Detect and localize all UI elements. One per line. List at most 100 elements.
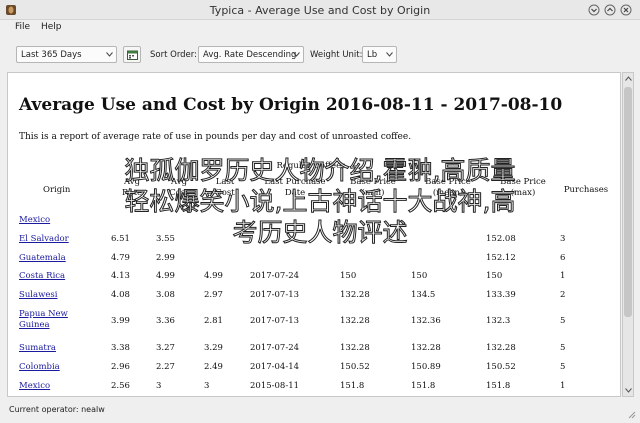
base-price-max-cell: 133.39 (486, 290, 516, 300)
avg-cost-cell: 2.99 (156, 253, 175, 263)
avg-rate-cell: 3.38 (111, 343, 130, 353)
col-header-purchases: Purchases (563, 185, 609, 195)
report-toolbar: Last 365 Days Sort Order: Avg. Rate Desc… (0, 38, 640, 70)
menu-file[interactable]: File (15, 22, 30, 32)
purchases-cell: 5 (560, 362, 566, 372)
scrollbar-thumb[interactable] (624, 87, 632, 317)
date-range-value: Last 365 Days (21, 50, 82, 60)
avg-cost-cell: 3.55 (156, 234, 175, 244)
base-price-mean-cell: 132.36 (411, 316, 441, 326)
report-view[interactable]: Average Use and Cost by Origin 2016-08-1… (7, 72, 621, 397)
purchases-cell: 2 (560, 290, 566, 300)
maximize-icon[interactable] (604, 4, 616, 16)
scroll-up-icon[interactable] (625, 76, 632, 81)
base-price-min-cell: 150.52 (340, 362, 370, 372)
avg-cost-cell: 2.27 (156, 362, 175, 372)
avg-rate-cell: 2.96 (111, 362, 130, 372)
purchases-cell: 5 (560, 343, 566, 353)
avg-cost-cell: 4.99 (156, 271, 175, 281)
calendar-icon (127, 50, 138, 60)
group-header: Regular Coffees (276, 161, 346, 171)
col-header-avg-rate: Avg Rate (121, 177, 143, 198)
last-date-cell: 2017-04-14 (250, 362, 300, 372)
base-price-mean-cell: 150 (411, 271, 428, 281)
col-header-base-price-mean: Base Price (mean) (425, 177, 471, 198)
base-price-max-cell: 132.28 (486, 343, 516, 353)
avg-cost-cell: 3 (156, 381, 162, 391)
purchases-cell: 5 (560, 316, 566, 326)
resize-grip-icon[interactable] (627, 410, 636, 419)
origin-link[interactable]: Colombia (19, 362, 60, 373)
base-price-max-cell: 151.8 (486, 381, 511, 391)
base-price-min-cell: 132.28 (340, 343, 370, 353)
menu-help[interactable]: Help (41, 22, 62, 32)
col-header-avg-cost: Avg Cost (169, 177, 189, 198)
col-header-base-price-min: Base Price (min) (350, 177, 396, 198)
sort-order-label: Sort Order: (150, 50, 197, 60)
base-price-min-cell: 132.28 (340, 316, 370, 326)
origin-link[interactable]: Sulawesi (19, 290, 57, 301)
report-description: This is a report of average rate of use … (19, 132, 412, 142)
base-price-max-cell: 150 (486, 271, 503, 281)
last-date-cell: 2015-08-11 (250, 381, 300, 391)
avg-rate-cell: 6.51 (111, 234, 130, 244)
origin-link[interactable]: Mexico (19, 381, 50, 392)
col-header-last-cost: Last Cost (215, 177, 235, 198)
chevron-down-icon (386, 52, 393, 57)
calendar-button[interactable] (123, 46, 141, 63)
base-price-mean-cell: 150.89 (411, 362, 441, 372)
avg-rate-cell: 4.13 (111, 271, 130, 281)
origin-link[interactable]: Guatemala (19, 253, 66, 264)
avg-rate-cell: 4.79 (111, 253, 130, 263)
last-date-cell: 2017-07-24 (250, 271, 300, 281)
base-price-max-cell: 150.52 (486, 362, 516, 372)
weight-unit-value: Lb (367, 50, 378, 60)
scroll-down-icon[interactable] (625, 388, 632, 393)
avg-cost-cell: 3.08 (156, 290, 175, 300)
purchases-cell: 1 (560, 381, 566, 391)
origin-link[interactable]: Papua New Guinea (19, 309, 89, 331)
weight-unit-select[interactable]: Lb (362, 46, 397, 63)
sort-order-select[interactable]: Avg. Rate Descending (198, 46, 304, 63)
last-date-cell: 2017-07-13 (250, 290, 300, 300)
weight-unit-label: Weight Unit: (310, 50, 363, 60)
last-date-cell: 2017-07-13 (250, 316, 300, 326)
menu-bar: File Help (0, 20, 640, 37)
minimize-icon[interactable] (588, 4, 600, 16)
avg-cost-cell: 3.27 (156, 343, 175, 353)
avg-cost-cell: 3.36 (156, 316, 175, 326)
base-price-mean-cell: 151.8 (411, 381, 436, 391)
origin-link[interactable]: Mexico (19, 215, 50, 226)
avg-rate-cell: 2.56 (111, 381, 130, 391)
base-price-max-cell: 132.3 (486, 316, 511, 326)
base-price-max-cell: 152.12 (486, 253, 516, 263)
last-cost-cell: 3.29 (204, 343, 223, 353)
base-price-max-cell: 152.08 (486, 234, 516, 244)
date-range-select[interactable]: Last 365 Days (16, 46, 117, 63)
current-operator-text: Current operator: nealw (9, 405, 105, 414)
window-titlebar: Typica - Average Use and Cost by Origin (0, 0, 640, 20)
window-title: Typica - Average Use and Cost by Origin (209, 4, 431, 17)
base-price-min-cell: 132.28 (340, 290, 370, 300)
chevron-down-icon (293, 52, 300, 57)
purchases-cell: 1 (560, 271, 566, 281)
origin-link[interactable]: Sumatra (19, 343, 56, 354)
origin-link[interactable]: El Salvador (19, 234, 69, 245)
close-icon[interactable] (620, 4, 632, 16)
sort-order-value: Avg. Rate Descending (203, 50, 297, 60)
col-header-origin: Origin (43, 185, 71, 195)
avg-rate-cell: 4.08 (111, 290, 130, 300)
purchases-cell: 6 (560, 253, 566, 263)
vertical-scrollbar[interactable] (622, 72, 634, 397)
last-date-cell: 2017-07-24 (250, 343, 300, 353)
origin-link[interactable]: Costa Rica (19, 271, 65, 282)
col-header-last-purchase: Last Purchase Date (264, 177, 326, 198)
report-title: Average Use and Cost by Origin 2016-08-1… (19, 95, 563, 115)
chevron-down-icon (106, 52, 113, 57)
base-price-min-cell: 150 (340, 271, 357, 281)
last-cost-cell: 2.81 (204, 316, 223, 326)
col-header-base-price-max: Base Price (max) (500, 177, 546, 198)
last-cost-cell: 2.97 (204, 290, 223, 300)
last-cost-cell: 4.99 (204, 271, 223, 281)
base-price-min-cell: 151.8 (340, 381, 365, 391)
